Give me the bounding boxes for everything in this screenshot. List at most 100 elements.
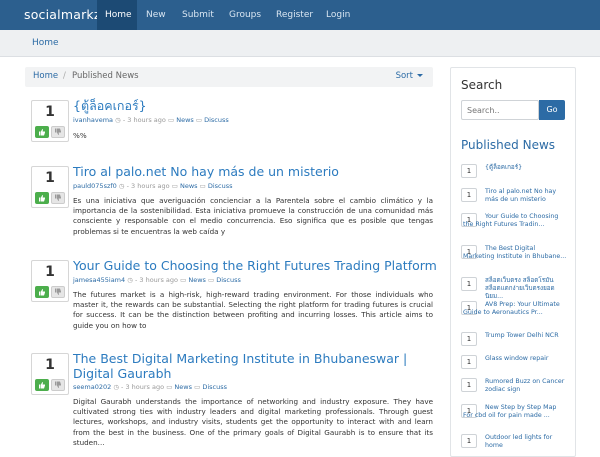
thumbs-down-icon	[55, 288, 61, 295]
sort-dropdown[interactable]: Sort	[396, 71, 423, 81]
vote-count-badge: 1	[461, 164, 477, 178]
thumbs-down-icon	[55, 194, 61, 201]
folder-icon: ▭	[167, 116, 175, 124]
upvote-button[interactable]	[35, 126, 49, 138]
sidebar-news-link[interactable]: The Best Digital Marketing Institute in …	[463, 245, 567, 261]
sidebar-news-link[interactable]: Trump Tower Delhi NCR	[485, 332, 567, 340]
post-category[interactable]: News	[188, 276, 206, 284]
post-title[interactable]: Tiro al palo.net No hay más de un mister…	[73, 164, 433, 179]
sort-label: Sort	[395, 71, 413, 81]
sidebar-news-link[interactable]: New Step by Step Map For cbd oil for pai…	[463, 404, 567, 420]
post-title[interactable]: The Best Digital Marketing Institute in …	[73, 351, 433, 381]
sidebar-news-link[interactable]: AV8 Prep: Your Ultimate Guide to Aeronau…	[463, 301, 567, 317]
post-category[interactable]: News	[180, 182, 198, 190]
sidebar-news-link[interactable]: {ตู้ล็อคเกอร์}	[485, 164, 567, 172]
search-heading: Search	[461, 78, 503, 92]
post-time: 3 hours ago	[127, 116, 166, 124]
post-title[interactable]: {ตู้ล็อคเกอร์}	[73, 98, 433, 113]
post-body: Es una iniciativa que averiguación conci…	[73, 196, 433, 236]
breadcrumb-separator: /	[63, 71, 66, 81]
post-author[interactable]: jamesa455iam4	[73, 276, 125, 284]
post-meta: jamesa455iam4 ◷ - 3 hours ago ▭ News ▭ D…	[73, 276, 241, 284]
nav-submit[interactable]: Submit	[174, 0, 220, 30]
news-post: 1 Your Guide to Choosing the Right Futur…	[25, 258, 437, 340]
upvote-button[interactable]	[35, 192, 49, 204]
comment-icon: ▭	[207, 276, 215, 284]
comment-icon: ▭	[195, 116, 203, 124]
sidebar-news-link[interactable]: Rumored Buzz on Cancer zodiac sign	[485, 378, 567, 394]
sidebar-news-link[interactable]: Your Guide to Choosing the Right Futures…	[463, 213, 567, 229]
downvote-button[interactable]	[51, 126, 65, 138]
post-body: The futures market is a high-risk, high-…	[73, 290, 433, 330]
vote-count-badge: 1	[461, 355, 477, 369]
nav-home[interactable]: Home	[97, 0, 137, 30]
vote-count: 1	[45, 264, 55, 280]
sidebar-news-link[interactable]: สล็อตเว็บตรง สล็อตโรมัน สล็อตแตกง่ายเว็บ…	[485, 277, 567, 301]
sidebar-news-link[interactable]: Tiro al palo.net No hay más de un mister…	[485, 188, 567, 204]
nav-login[interactable]: Login	[318, 0, 358, 30]
search-go-button[interactable]: Go	[539, 100, 565, 120]
published-news-heading: Published News	[461, 138, 556, 152]
vote-count-badge: 1	[461, 277, 477, 291]
comment-icon: ▭	[199, 182, 206, 190]
downvote-button[interactable]	[51, 379, 65, 391]
vote-count-badge: 1	[461, 378, 477, 392]
thumbs-down-icon	[55, 128, 61, 135]
post-discuss[interactable]: Discuss	[202, 383, 227, 391]
thumbs-up-icon	[39, 129, 45, 136]
nav-new[interactable]: New	[138, 0, 174, 30]
vote-count-badge: 1	[461, 332, 477, 346]
vote-count: 1	[45, 104, 55, 120]
post-author[interactable]: ivanhavema	[73, 116, 113, 124]
sidebar: Search Go Published News 1 {ตู้ล็อคเกอร์}…	[450, 67, 576, 457]
upvote-button[interactable]	[35, 286, 49, 298]
post-time: 3 hours ago	[139, 276, 179, 284]
post-discuss[interactable]: Discuss	[216, 276, 241, 284]
nav-register[interactable]: Register	[268, 0, 318, 30]
vote-count: 1	[45, 357, 55, 373]
thumbs-down-icon	[55, 381, 61, 388]
downvote-button[interactable]	[51, 192, 65, 204]
post-meta: pauld075szf0 ◷ - 3 hours ago ▭ News ▭ Di…	[73, 182, 233, 190]
news-post: 1 {ตู้ล็อคเกอร์} ivanhavema ◷ - 3 hours …	[25, 98, 433, 150]
vote-box: 1	[31, 100, 69, 142]
downvote-button[interactable]	[51, 286, 65, 298]
post-meta: seema0202 ◷ - 3 hours ago ▭ News ▭ Discu…	[73, 383, 227, 391]
folder-icon: ▭	[171, 182, 178, 190]
sidebar-news-link[interactable]: Outdoor led lights for home	[485, 434, 567, 450]
post-time: 3 hours ago	[131, 182, 170, 190]
vote-count-badge: 1	[461, 434, 477, 448]
caret-down-icon	[417, 74, 423, 77]
news-post: 1 The Best Digital Marketing Institute i…	[25, 351, 433, 450]
vote-box: 1	[31, 260, 69, 302]
vote-box: 1	[31, 166, 69, 208]
thumbs-up-icon	[39, 195, 45, 202]
search-input[interactable]	[461, 100, 539, 120]
thumbs-up-icon	[39, 289, 45, 296]
vote-count: 1	[45, 170, 55, 186]
post-body: %%	[73, 131, 87, 140]
post-meta: ivanhavema ◷ - 3 hours ago ▭ News ▭ Disc…	[73, 116, 229, 124]
news-post: 1 Tiro al palo.net No hay más de un mist…	[25, 164, 433, 246]
post-discuss[interactable]: Discuss	[208, 182, 233, 190]
breadcrumb: Home / Published News Sort	[25, 67, 433, 87]
brand-logo[interactable]: socialmarkz	[24, 7, 101, 22]
post-category[interactable]: News	[176, 116, 194, 124]
post-time: 3 hours ago	[125, 383, 165, 391]
vote-count-badge: 1	[461, 188, 477, 202]
sidebar-news-link[interactable]: Glass window repair	[485, 355, 567, 363]
post-category[interactable]: News	[174, 383, 192, 391]
post-body: Digital Gaurabh understands the importan…	[73, 397, 433, 447]
nav-groups[interactable]: Groups	[221, 0, 267, 30]
folder-icon: ▭	[166, 383, 173, 391]
upvote-button[interactable]	[35, 379, 49, 391]
post-title[interactable]: Your Guide to Choosing the Right Futures…	[73, 258, 437, 273]
breadcrumb-home[interactable]: Home	[33, 71, 58, 81]
subbar-home-link[interactable]: Home	[32, 38, 59, 48]
breadcrumb-current: Published News	[72, 71, 139, 81]
post-author[interactable]: pauld075szf0	[73, 182, 117, 190]
vote-box: 1	[31, 353, 69, 395]
post-author[interactable]: seema0202	[73, 383, 111, 391]
folder-icon: ▭	[180, 276, 187, 284]
post-discuss[interactable]: Discuss	[204, 116, 229, 124]
